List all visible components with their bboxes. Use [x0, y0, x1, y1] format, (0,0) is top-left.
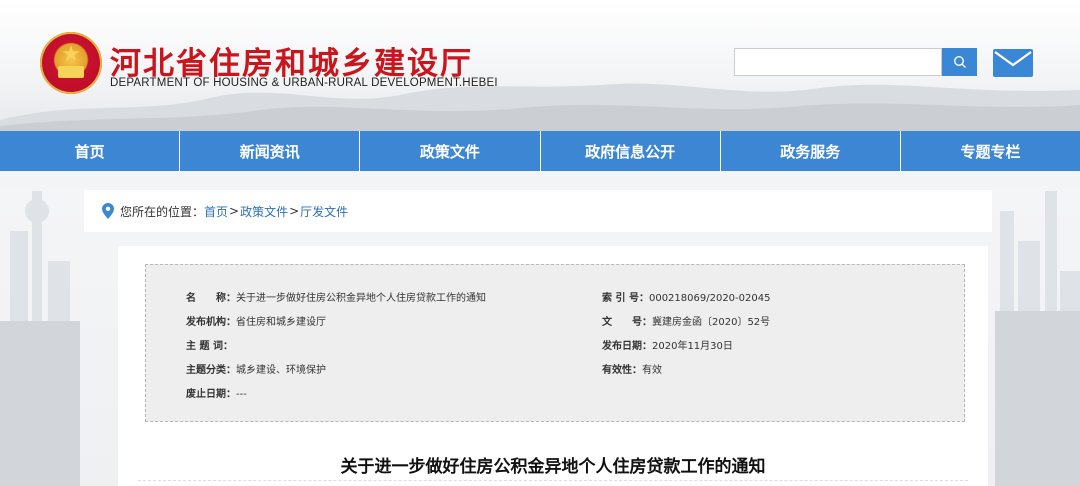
search-icon	[953, 55, 966, 68]
article-container: 名 称：关于进一步做好住房公积金异地个人住房贷款工作的通知 索 引 号：0002…	[118, 246, 988, 486]
nav-item-services[interactable]: 政务服务	[721, 131, 901, 171]
document-meta-box: 名 称：关于进一步做好住房公积金异地个人住房贷款工作的通知 索 引 号：0002…	[145, 264, 965, 422]
meta-row-index: 索 引 号：000218069/2020-02045	[602, 289, 770, 304]
meta-expiry-key: 废止日期：	[186, 389, 236, 400]
national-emblem: ★	[40, 32, 102, 94]
mail-icon[interactable]	[993, 49, 1033, 77]
article-title: 关于进一步做好住房公积金异地个人住房贷款工作的通知	[340, 457, 766, 477]
search-input[interactable]	[734, 48, 942, 76]
meta-row-docno: 文 号：冀建房金函〔2020〕52号	[602, 313, 770, 328]
meta-row-expiry: 废止日期：---	[186, 385, 247, 400]
meta-date-key: 发布日期：	[602, 341, 652, 352]
site-header: ★ 河北省住房和城乡建设厅 DEPARTMENT OF HOUSING & UR…	[0, 0, 1080, 132]
meta-org-key: 发布机构：	[186, 317, 236, 328]
nav-item-topics[interactable]: 专题专栏	[901, 131, 1080, 171]
search-button[interactable]	[942, 48, 977, 76]
meta-row-validity: 有效性：有效	[602, 361, 662, 376]
breadcrumb-dept-files[interactable]: 厅发文件	[300, 203, 348, 220]
breadcrumb-separator: >	[289, 204, 300, 218]
meta-docno-key: 文 号：	[602, 317, 652, 328]
meta-category-value: 城乡建设、环境保护	[236, 365, 326, 376]
breadcrumb-home[interactable]: 首页	[204, 203, 228, 220]
main-nav: 首页 新闻资讯 政策文件 政府信息公开 政务服务 专题专栏	[0, 131, 1080, 171]
meta-category-key: 主题分类：	[186, 365, 236, 376]
meta-row-name: 名 称：关于进一步做好住房公积金异地个人住房贷款工作的通知	[186, 289, 486, 304]
meta-validity-key: 有效性：	[602, 365, 642, 376]
breadcrumb-separator: >	[229, 204, 240, 218]
breadcrumb: 您所在的位置： 首页 > 政策文件 > 厅发文件	[84, 190, 992, 232]
meta-index-key: 索 引 号：	[602, 293, 649, 304]
meta-row-org: 发布机构：省住房和城乡建设厅	[186, 313, 326, 328]
nav-item-news[interactable]: 新闻资讯	[180, 131, 361, 171]
meta-expiry-value: ---	[236, 389, 247, 400]
location-pin-icon	[102, 203, 114, 219]
title-divider	[138, 480, 968, 482]
meta-org-value: 省住房和城乡建设厅	[236, 317, 326, 328]
meta-docno-value: 冀建房金函〔2020〕52号	[652, 317, 771, 328]
meta-row-subject: 主 题 词：	[186, 337, 233, 352]
meta-subject-key: 主 题 词：	[186, 341, 233, 352]
nav-item-policy[interactable]: 政策文件	[360, 131, 541, 171]
nav-item-home[interactable]: 首页	[0, 131, 181, 171]
meta-validity-value: 有效	[642, 365, 662, 376]
meta-date-value: 2020年11月30日	[652, 341, 733, 352]
meta-row-category: 主题分类：城乡建设、环境保护	[186, 361, 326, 376]
meta-name-key: 名 称：	[186, 293, 236, 304]
meta-row-date: 发布日期：2020年11月30日	[602, 337, 733, 352]
breadcrumb-policy[interactable]: 政策文件	[240, 203, 288, 220]
meta-index-value: 000218069/2020-02045	[648, 293, 771, 304]
site-subtitle: DEPARTMENT OF HOUSING & URBAN-RURAL DEVE…	[110, 77, 498, 89]
nav-item-gov-info[interactable]: 政府信息公开	[541, 131, 721, 171]
breadcrumb-label: 您所在的位置：	[120, 204, 205, 219]
meta-name-value: 关于进一步做好住房公积金异地个人住房贷款工作的通知	[236, 293, 486, 304]
